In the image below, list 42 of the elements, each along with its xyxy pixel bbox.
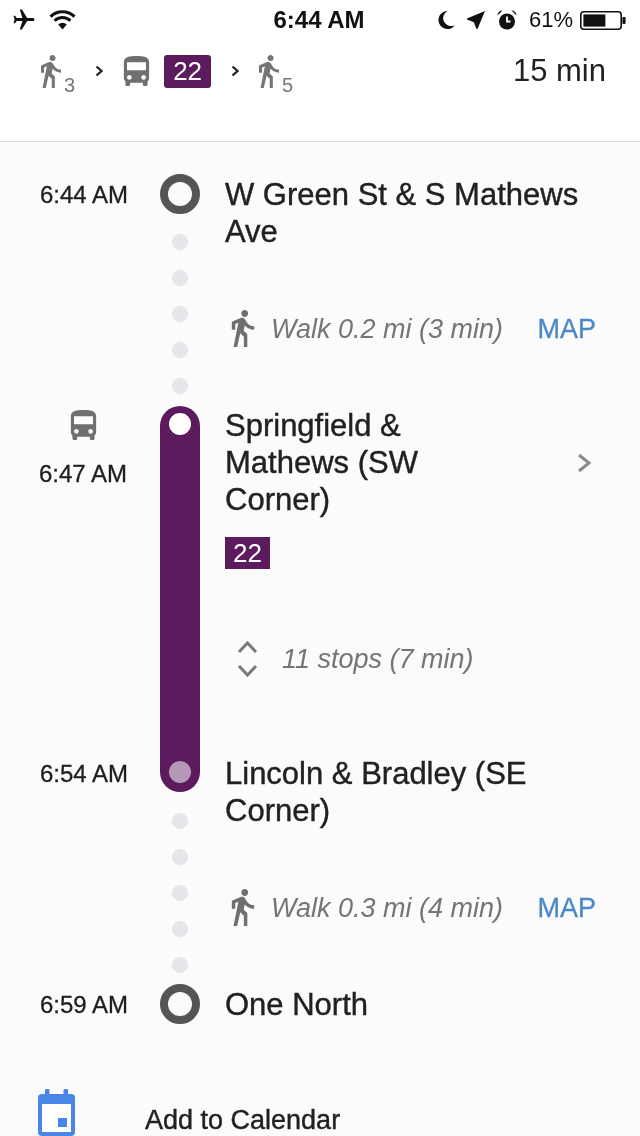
- expand-collapse-icon: [237, 639, 258, 679]
- status-time: 6:44 AM: [273, 6, 365, 34]
- stop-name: W Green St & S Mathews Ave: [225, 176, 580, 250]
- wifi-icon: [49, 10, 76, 30]
- stop-ring-icon: [160, 984, 200, 1024]
- route-badge: 22: [164, 54, 212, 88]
- stop-time: 6:44 AM: [38, 180, 128, 210]
- map-link[interactable]: MAP: [537, 890, 596, 925]
- chevron-right-icon: [231, 65, 240, 77]
- moon-icon: [436, 10, 455, 30]
- calendar-icon: [38, 1088, 75, 1136]
- intermediate-stops-button[interactable]: 11 stops (7 min): [237, 639, 474, 679]
- airplane-icon: [12, 9, 36, 31]
- walk-directions: Walk 0.3 mi (4 min): [271, 891, 504, 925]
- battery-percentage: 61%: [528, 7, 573, 33]
- alarm-clock-icon: [496, 10, 517, 30]
- stop-time: 6:59 AM: [38, 990, 128, 1020]
- trip-duration: 15 min: [512, 53, 606, 89]
- chevron-right-icon[interactable]: [576, 452, 592, 473]
- stop-dot-icon: [169, 413, 191, 435]
- walking-person-icon: [231, 889, 255, 926]
- walking-person-icon: [259, 53, 280, 89]
- stop-time: 6:47 AM: [38, 459, 128, 489]
- bus-icon: [69, 410, 97, 440]
- chevron-right-icon: [95, 65, 104, 77]
- stop-ring-icon: [160, 174, 200, 214]
- add-to-calendar-button[interactable]: Add to Calendar: [38, 1087, 341, 1136]
- walking-person-icon: [231, 310, 255, 347]
- walk-minutes: 5: [282, 74, 294, 95]
- stop-name: Lincoln & Bradley (SE Corner): [225, 755, 528, 829]
- location-arrow-icon: [466, 11, 485, 29]
- stop-name: Springfield & Mathews (SW Corner): [225, 407, 419, 518]
- battery-icon: [580, 10, 626, 30]
- map-link[interactable]: MAP: [537, 311, 596, 346]
- walk-minutes: 3: [64, 74, 76, 95]
- stop-name: One North: [225, 986, 369, 1023]
- walk-directions: Walk 0.2 mi (3 min): [271, 312, 504, 346]
- stop-time: 6:54 AM: [38, 759, 128, 789]
- walking-person-icon: [41, 53, 61, 89]
- stop-dot-icon: [169, 761, 191, 783]
- route-badge: 22: [225, 537, 270, 569]
- bus-icon: [123, 56, 151, 86]
